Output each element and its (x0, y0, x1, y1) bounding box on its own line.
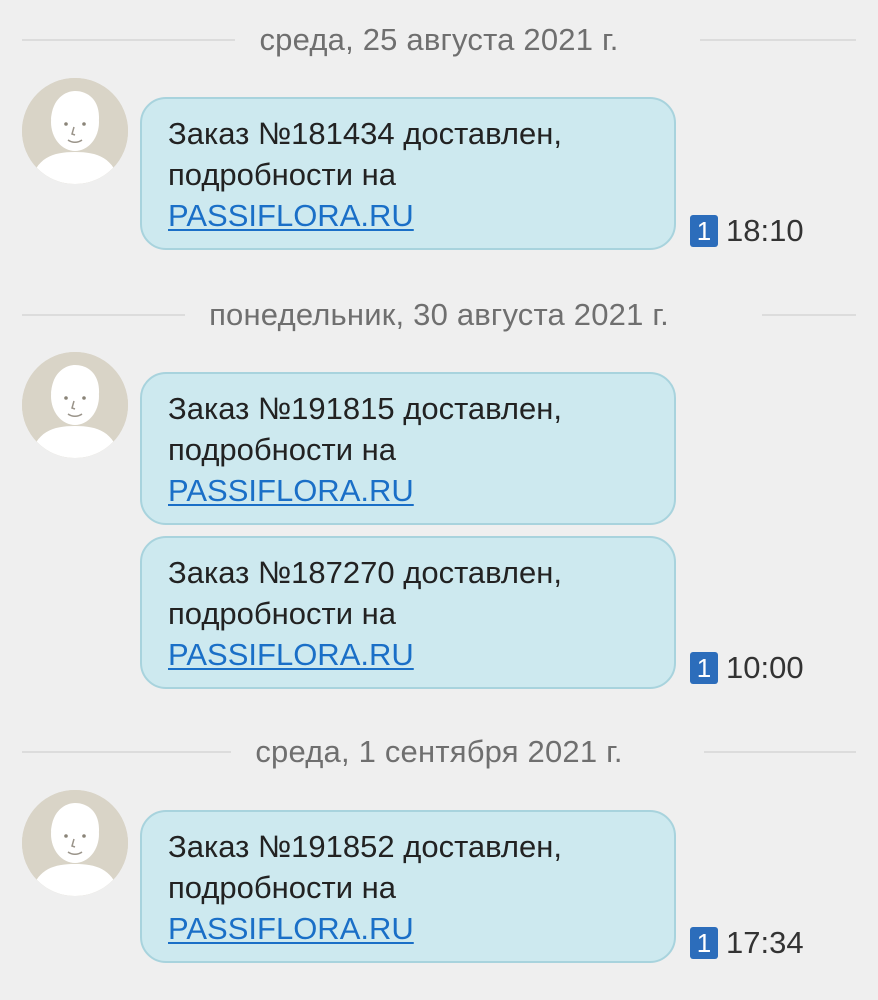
message-text: Заказ №191852 доставлен, (168, 829, 562, 864)
message-text: подробности на (168, 432, 397, 467)
contact-avatar-icon[interactable] (22, 352, 128, 458)
message-meta: 1 18:10 (690, 214, 804, 248)
date-label: среда, 1 сентября 2021 г. (231, 734, 647, 769)
message-text: Заказ №191815 доставлен, (168, 391, 562, 426)
date-label: понедельник, 30 августа 2021 г. (185, 297, 693, 332)
message-link[interactable]: PASSIFLORA.RU (168, 634, 648, 675)
message-text: подробности на (168, 870, 397, 905)
message-time: 17:34 (726, 925, 804, 960)
date-label: среда, 25 августа 2021 г. (235, 22, 643, 57)
message-text: Заказ №181434 доставлен, (168, 116, 562, 151)
date-separator: понедельник, 30 августа 2021 г. (0, 295, 878, 335)
message-bubble[interactable]: Заказ №191815 доставлен, подробности на … (140, 372, 676, 525)
message-text: Заказ №187270 доставлен, (168, 555, 562, 590)
sim-1-badge-icon: 1 (690, 652, 718, 684)
message-bubble[interactable]: Заказ №191852 доставлен, подробности на … (140, 810, 676, 963)
date-separator: среда, 1 сентября 2021 г. (0, 732, 878, 772)
message-time: 18:10 (726, 213, 804, 248)
sim-1-badge-icon: 1 (690, 927, 718, 959)
message-meta: 1 10:00 (690, 651, 804, 685)
message-text: подробности на (168, 596, 397, 631)
contact-avatar-icon[interactable] (22, 790, 128, 896)
sim-1-badge-icon: 1 (690, 215, 718, 247)
message-text: подробности на (168, 157, 397, 192)
message-link[interactable]: PASSIFLORA.RU (168, 195, 648, 236)
date-separator: среда, 25 августа 2021 г. (0, 20, 878, 60)
message-thread: среда, 25 августа 2021 г. Заказ №181434 … (0, 0, 878, 1000)
message-meta: 1 17:34 (690, 926, 804, 960)
message-link[interactable]: PASSIFLORA.RU (168, 908, 648, 949)
message-bubble[interactable]: Заказ №187270 доставлен, подробности на … (140, 536, 676, 689)
message-time: 10:00 (726, 650, 804, 685)
contact-avatar-icon[interactable] (22, 78, 128, 184)
message-bubble[interactable]: Заказ №181434 доставлен, подробности на … (140, 97, 676, 250)
message-link[interactable]: PASSIFLORA.RU (168, 470, 648, 511)
